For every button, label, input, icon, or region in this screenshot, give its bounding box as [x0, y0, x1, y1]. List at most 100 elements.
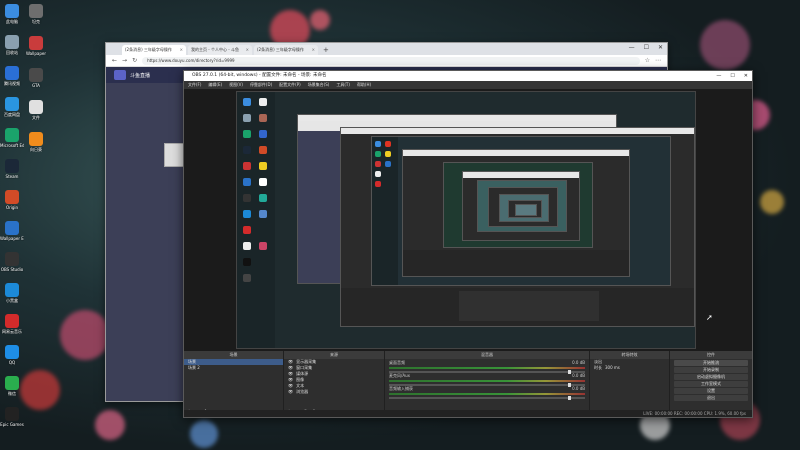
desktop-icon[interactable]: 坦克	[24, 4, 48, 24]
desktop-icon[interactable]: 小黑盒	[0, 283, 24, 303]
desktop-icon[interactable]: 网易云音乐	[0, 314, 24, 334]
desktop-icon-label: 腾讯视频	[4, 81, 20, 86]
minimize-button[interactable]: —	[716, 71, 721, 81]
app-icon	[5, 66, 19, 80]
app-icon	[5, 407, 19, 421]
desktop-icon[interactable]: Steam	[0, 159, 24, 179]
channel-name: 麦克风/Aux	[389, 373, 410, 378]
desktop-icon[interactable]: Epic Games	[0, 407, 24, 427]
virtual-camera-button[interactable]: 启动虚拟摄像机	[674, 374, 748, 380]
site-name: 斗鱼直播	[130, 72, 151, 79]
settings-button[interactable]: 设置	[674, 388, 748, 394]
volume-meter	[389, 380, 585, 382]
desktop-icon-label: 坦克	[32, 19, 40, 24]
desktop-icon[interactable]: 腾讯视频	[0, 66, 24, 86]
exit-button[interactable]: 退出	[674, 395, 748, 401]
maximize-button[interactable]: ☐	[644, 44, 649, 51]
scenes-dock: 场景 场景 场景 2 + − ⌃ ⌄	[184, 351, 284, 417]
start-recording-button[interactable]: 开始录制	[674, 367, 748, 373]
channel-db: 0.0 dB	[572, 360, 585, 365]
browser-tab-1[interactable]: (2条消息) 三年级字母操作 ×	[122, 45, 186, 55]
captured-obs-2	[340, 127, 695, 327]
obs-preview[interactable]: ➚	[184, 89, 752, 351]
url-input[interactable]: https://www.douyu.com/directory?rid=9999	[142, 56, 640, 65]
menu-edit[interactable]: 编辑(E)	[208, 81, 222, 89]
browser-tab-2[interactable]: 我的主页 - 个人中心 - 斗鱼 ×	[188, 45, 252, 55]
obs-window-title: OBS 27.0.1 (64-bit, windows) - 配置文件: 未命名…	[192, 73, 327, 78]
channel-name: 音频输入捕获	[389, 386, 413, 391]
desktop-icon-label: 微信	[8, 391, 16, 396]
desktop-icon[interactable]: 百度网盘	[0, 97, 24, 117]
eye-icon[interactable]: 👁	[288, 389, 293, 395]
source-item[interactable]: 👁 浏览器	[284, 389, 384, 395]
captured-obs-8	[488, 187, 558, 227]
app-icon	[5, 4, 19, 18]
app-icon	[29, 36, 43, 50]
obs-statusbar: LIVE: 00:00:00 REC: 00:00:00 CPU: 1.9%, …	[184, 410, 752, 417]
browser-tab-3[interactable]: (2条消息) 三年级字母操作 ×	[254, 45, 318, 55]
close-icon[interactable]: ×	[312, 45, 315, 55]
desktop-icon[interactable]: 回收站	[0, 35, 24, 55]
desktop-icons-column-2: 坦克 Wallpaper GTA 文件向日葵	[24, 0, 48, 450]
channel-db: 0.0 dB	[572, 373, 585, 378]
tab-label: (2条消息) 三年级字母操作	[257, 47, 304, 52]
tab-label: (2条消息) 三年级字母操作	[125, 47, 172, 52]
desktop-icon-label: 此电脑	[6, 19, 18, 24]
desktop-icon-label: Microsoft Edge	[0, 143, 24, 148]
site-sidebar	[106, 83, 186, 401]
transition-duration[interactable]: 时长 300 ms	[590, 365, 669, 371]
menu-docks[interactable]: 停靠部件(D)	[250, 81, 272, 89]
menu-profile[interactable]: 配置文件(P)	[279, 81, 301, 89]
address-bar-row: ← → ↻ https://www.douyu.com/directory?ri…	[106, 55, 667, 67]
desktop-icon[interactable]: Microsoft Edge	[0, 128, 24, 148]
desktop-icon[interactable]: Origin	[0, 190, 24, 210]
desktop-icon[interactable]: GTA	[24, 68, 48, 88]
slider-handle[interactable]	[568, 396, 571, 400]
new-tab-button[interactable]: +	[320, 45, 332, 55]
desktop-icon[interactable]: OBS Studio	[0, 252, 24, 272]
menu-scene-collection[interactable]: 场景集合(S)	[308, 81, 330, 89]
mouse-cursor: ➚	[706, 313, 713, 322]
obs-window[interactable]: OBS 27.0.1 (64-bit, windows) - 配置文件: 未命名…	[183, 70, 753, 418]
start-streaming-button[interactable]: 开始推流	[674, 360, 748, 366]
mixer-channel: 桌面音频 0.0 dB	[385, 359, 589, 374]
back-icon[interactable]: ←	[112, 57, 117, 64]
menu-tools[interactable]: 工具(T)	[336, 81, 350, 89]
menu-file[interactable]: 文件(F)	[188, 81, 201, 89]
captured-obs-6	[462, 171, 580, 241]
source-label: 浏览器	[296, 389, 309, 394]
close-icon[interactable]: ×	[246, 45, 249, 55]
desktop-icon[interactable]: Wallpaper Engine	[0, 221, 24, 241]
app-icon	[5, 345, 19, 359]
scene-item[interactable]: 场景 2	[184, 365, 283, 371]
studio-mode-button[interactable]: 工作室模式	[674, 381, 748, 387]
desktop-icon-label: 向日葵	[30, 147, 42, 152]
desktop-icon[interactable]: 微信	[0, 376, 24, 396]
close-button[interactable]: ✕	[658, 44, 663, 51]
star-icon[interactable]: ☆	[645, 57, 650, 64]
close-icon[interactable]: ×	[180, 45, 183, 55]
volume-slider[interactable]	[389, 396, 585, 400]
forward-icon[interactable]: →	[122, 57, 127, 64]
menu-view[interactable]: 视图(V)	[229, 81, 243, 89]
desktop-icon[interactable]: 文件	[24, 100, 48, 120]
desktop-icon-label: 文件	[32, 115, 40, 120]
scene-label: 场景 2	[188, 365, 200, 370]
refresh-icon[interactable]: ↻	[132, 57, 137, 64]
menu-icon[interactable]: ⋯	[655, 57, 661, 64]
minimize-button[interactable]: —	[629, 44, 635, 51]
desktop-icon-label: Steam	[5, 174, 19, 179]
captured-obs-4	[402, 149, 630, 277]
app-icon	[5, 283, 19, 297]
desktop-icon[interactable]: 此电脑	[0, 4, 24, 24]
desktop-icon[interactable]: Wallpaper	[24, 36, 48, 56]
app-icon	[5, 252, 19, 266]
obs-titlebar: OBS 27.0.1 (64-bit, windows) - 配置文件: 未命名…	[184, 71, 752, 81]
desktop-icon[interactable]: 向日葵	[24, 132, 48, 152]
close-button[interactable]: ✕	[744, 71, 748, 81]
desktop-icon[interactable]: QQ	[0, 345, 24, 365]
menu-help[interactable]: 帮助(H)	[357, 81, 371, 89]
site-logo[interactable]	[114, 70, 126, 80]
transitions-dock: 转场特效 淡出 时长 300 ms	[590, 351, 670, 417]
maximize-button[interactable]: ☐	[730, 71, 734, 81]
